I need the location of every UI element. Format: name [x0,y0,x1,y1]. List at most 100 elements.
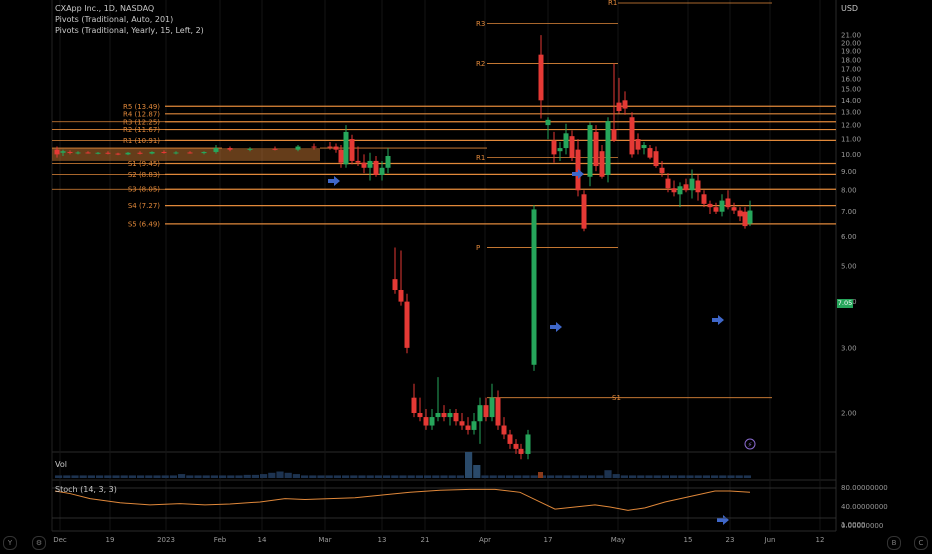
pivot-label: R4 (12.87) [123,110,160,118]
volume-bar [260,474,268,478]
legend-pivots-auto[interactable]: Pivots (Traditional, Auto, 201) [55,14,204,25]
volume-bar [153,475,161,478]
candle-body [227,148,233,150]
volume-bar [194,475,202,478]
volume-bar [55,475,63,478]
volume-bar [235,475,243,478]
candle-body [641,145,647,149]
price-tick-label: 5.00 [841,262,857,270]
currency-label: USD [841,4,859,13]
x-tick-label: 23 [726,536,735,544]
candle-body [361,162,367,168]
volume-bar [571,475,579,478]
candle-body [616,102,622,111]
volume-bar [735,475,743,478]
volume-bar [563,475,571,478]
stoch-tick-label: 0.00000000 [841,522,883,530]
candle-body [465,425,471,430]
price-tick-label: 18.00 [841,56,861,64]
candle-body [137,152,143,154]
candle-body [447,413,453,418]
volume-bar [391,475,399,478]
legend-symbol[interactable]: CXApp Inc., 1D, NASDAQ [55,3,204,14]
legend-pivots-yearly[interactable]: Pivots (Traditional, Yearly, 15, Left, 2… [55,25,204,36]
price-tick-label: 2.00 [841,410,857,418]
volume-bar [596,475,604,478]
pivot-label: S2 (8.83) [128,171,160,179]
volume-bar [604,470,612,478]
volume-bar [399,475,407,478]
volume-bar [424,475,432,478]
apr-pivot-label: R2 [476,60,485,68]
signal-arrow-icon [328,176,340,186]
volume-bar [702,475,710,478]
candle-body [713,207,719,212]
candle-body [85,152,91,154]
candle-body [373,160,379,175]
candle-body [411,397,417,413]
volume-bar [145,475,153,478]
candle-body [173,152,179,154]
volume-bar [350,475,358,478]
price-tick-label: 10.00 [841,151,861,159]
candle-body [545,119,551,126]
volume-bar [120,475,128,478]
candle-body [187,152,193,154]
price-tick-label: 13.00 [841,109,861,117]
candle-body [75,152,81,154]
volume-bar [612,474,620,478]
signal-arrow-icon [572,169,584,179]
candle-body [593,131,599,167]
candle-body [392,279,398,290]
candle-body [599,151,605,177]
volume-bar [506,475,514,478]
volume-bar [227,475,235,478]
volume-bar [317,475,325,478]
candle-body [355,160,361,163]
candle-body [587,125,593,177]
x-tick-label: 12 [816,536,825,544]
volume-bar [743,475,751,478]
price-tick-label: 19.00 [841,48,861,56]
candle-body [647,148,653,158]
lightning-icon: ⚡ [748,441,753,449]
volume-pane-label[interactable]: Vol [55,460,67,469]
pivot-label: S3 (8.05) [128,186,160,194]
timeframe-y-button[interactable]: Y [3,536,17,550]
volume-bar [694,475,702,478]
x-tick-label: Dec [53,536,67,544]
chart-root: Dec 19 2023 Feb 14 Mar 13 21 Apr 17 May 15 23 Jun 12 21… [0,0,932,550]
volume-bar [309,475,317,478]
candle-body [689,178,695,191]
candle-body [489,397,495,418]
candle-body [513,443,519,449]
x-tick-label: Jun [764,536,776,544]
candle-body [531,209,537,365]
candle-body [441,413,447,418]
log-scale-button[interactable]: C [914,536,928,550]
candle-body [404,301,410,348]
x-tick-label: May [611,536,625,544]
volume-bar [579,475,587,478]
volume-bar [178,474,186,478]
price-tick-label: 11.00 [841,136,861,144]
volume-bar [104,475,112,478]
volume-bar [645,475,653,478]
chart-svg: Dec 19 2023 Feb 14 Mar 13 21 Apr 17 May 15 23 Jun 12 21… [51,0,888,544]
volume-bar [538,472,543,478]
candle-body [367,160,373,168]
x-tick-label: Feb [214,536,227,544]
stoch-arrow-icon [717,515,729,525]
settings-gear-icon[interactable]: ⚙ [32,536,46,550]
stoch-pane-label[interactable]: Stoch (14, 3, 3) [55,485,117,494]
volume-bar [530,475,538,478]
candle-body [701,194,707,204]
candle-body [725,198,731,208]
pivot-label: R3 (12.25) [123,118,160,126]
price-tick-label: 16.00 [841,75,861,83]
volume-bar [456,475,464,478]
candle-body [731,207,737,211]
auto-scale-button[interactable]: B [887,536,901,550]
candle-body [67,151,73,153]
candle-body [483,405,489,418]
